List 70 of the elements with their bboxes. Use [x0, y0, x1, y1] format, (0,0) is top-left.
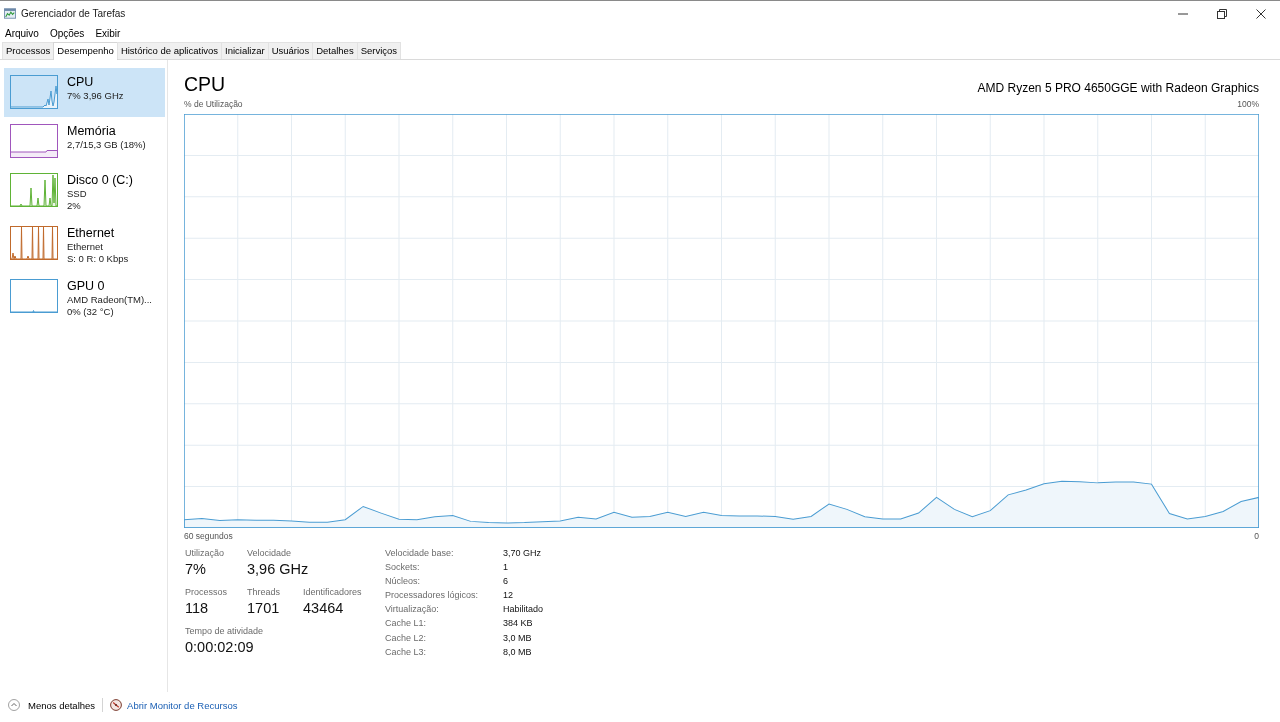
detail-label: Virtualização: — [385, 603, 439, 617]
time-span-label: 60 segundos — [184, 530, 233, 542]
stat-label: Processos — [185, 586, 228, 598]
detail-value: Habilitado — [503, 603, 544, 617]
detail-value: 1 — [503, 561, 508, 575]
scale-max-label: 100% — [1237, 98, 1259, 110]
menu-item[interactable]: Arquivo — [5, 26, 39, 40]
detail-label: Cache L2: — [385, 631, 427, 645]
detail-value: 6 — [503, 575, 508, 589]
device-detail: 7% 3,96 GHz — [67, 90, 124, 102]
detail-value: 384 KB — [503, 617, 533, 631]
device-name: Ethernet — [67, 226, 116, 241]
detail-label: Cache L1: — [385, 617, 427, 631]
tab[interactable]: Serviços — [356, 42, 402, 59]
less-details-button[interactable]: Menos detalhes — [8, 699, 96, 711]
detail-label: Velocidade base: — [385, 547, 454, 560]
stat-label: Identificadores — [303, 586, 362, 598]
device-detail: 2,7/15,3 GB (18%) — [67, 139, 146, 151]
device-name: CPU — [67, 75, 95, 90]
restore-icon[interactable] — [1216, 8, 1227, 19]
tab[interactable]: Inicializar — [221, 42, 269, 59]
detail-value: 8,0 MB — [503, 645, 532, 659]
tab[interactable]: Processos — [2, 42, 55, 59]
resource-monitor-link[interactable]: Abrir Monitor de Recursos — [110, 699, 238, 711]
processor-name: AMD Ryzen 5 PRO 4650GGE with Radeon Graphics — [977, 80, 1259, 96]
device-detail: 2% — [67, 199, 82, 211]
close-icon[interactable] — [1255, 8, 1266, 19]
tab[interactable]: Histórico de aplicativos — [116, 42, 223, 59]
device-detail: Ethernet — [67, 241, 104, 253]
sidebar-item[interactable]: Memória 2,7/15,3 GB (18%) — [4, 117, 165, 166]
window-title: Gerenciador de Tarefas — [21, 8, 126, 19]
stat-label: Velocidade — [247, 547, 292, 559]
detail-value: 3,0 MB — [503, 631, 532, 645]
stat-value: 3,96 GHz — [247, 560, 309, 579]
detail-label: Cache L3: — [385, 645, 427, 659]
detail-label: Processadores lógicos: — [385, 589, 479, 603]
menu-item[interactable]: Exibir — [95, 26, 121, 40]
detail-value: 12 — [503, 589, 513, 603]
sidebar-item[interactable]: Disco 0 (C:) SSD 2% — [4, 166, 165, 219]
graph-caption: % de Utilização — [184, 98, 243, 110]
tab[interactable]: Detalhes — [312, 42, 358, 59]
device-name: Memória — [67, 124, 117, 139]
stat-label: Utilização — [185, 547, 224, 559]
menu-item[interactable]: Opções — [49, 26, 85, 40]
stat-value: 7% — [185, 560, 206, 579]
sidebar-item[interactable]: CPU 7% 3,96 GHz — [4, 68, 165, 117]
gauge-icon — [110, 699, 123, 711]
device-name: GPU 0 — [67, 279, 106, 294]
scale-min-label: 0 — [1254, 530, 1259, 542]
tab[interactable]: Usuários — [267, 42, 314, 59]
detail-label: Sockets: — [385, 561, 420, 575]
device-detail: 0% (32 °C) — [67, 305, 115, 317]
stat-label: Tempo de atividade — [185, 625, 264, 637]
stat-value: 43464 — [303, 599, 344, 618]
panel-title: CPU — [184, 72, 226, 96]
stat-value: 118 — [185, 599, 209, 618]
stat-value: 0:00:02:09 — [185, 638, 254, 657]
detail-label: Núcleos: — [385, 575, 420, 589]
device-name: Disco 0 (C:) — [67, 173, 133, 188]
sidebar-item[interactable]: Ethernet Ethernet S: 0 R: 0 Kbps — [4, 219, 165, 272]
stat-value: 1701 — [247, 599, 280, 618]
sidebar-item[interactable]: GPU 0 AMD Radeon(TM)... 0% (32 °C) — [4, 272, 165, 325]
detail-value: 3,70 GHz — [503, 547, 542, 560]
graph-window-icon — [4, 8, 16, 19]
tab[interactable]: Desempenho — [53, 42, 118, 60]
device-detail: S: 0 R: 0 Kbps — [67, 252, 129, 264]
device-detail: SSD — [67, 188, 88, 200]
device-detail: AMD Radeon(TM)... — [67, 294, 152, 306]
chevron-up-icon — [8, 699, 20, 711]
stat-label: Threads — [247, 586, 281, 598]
